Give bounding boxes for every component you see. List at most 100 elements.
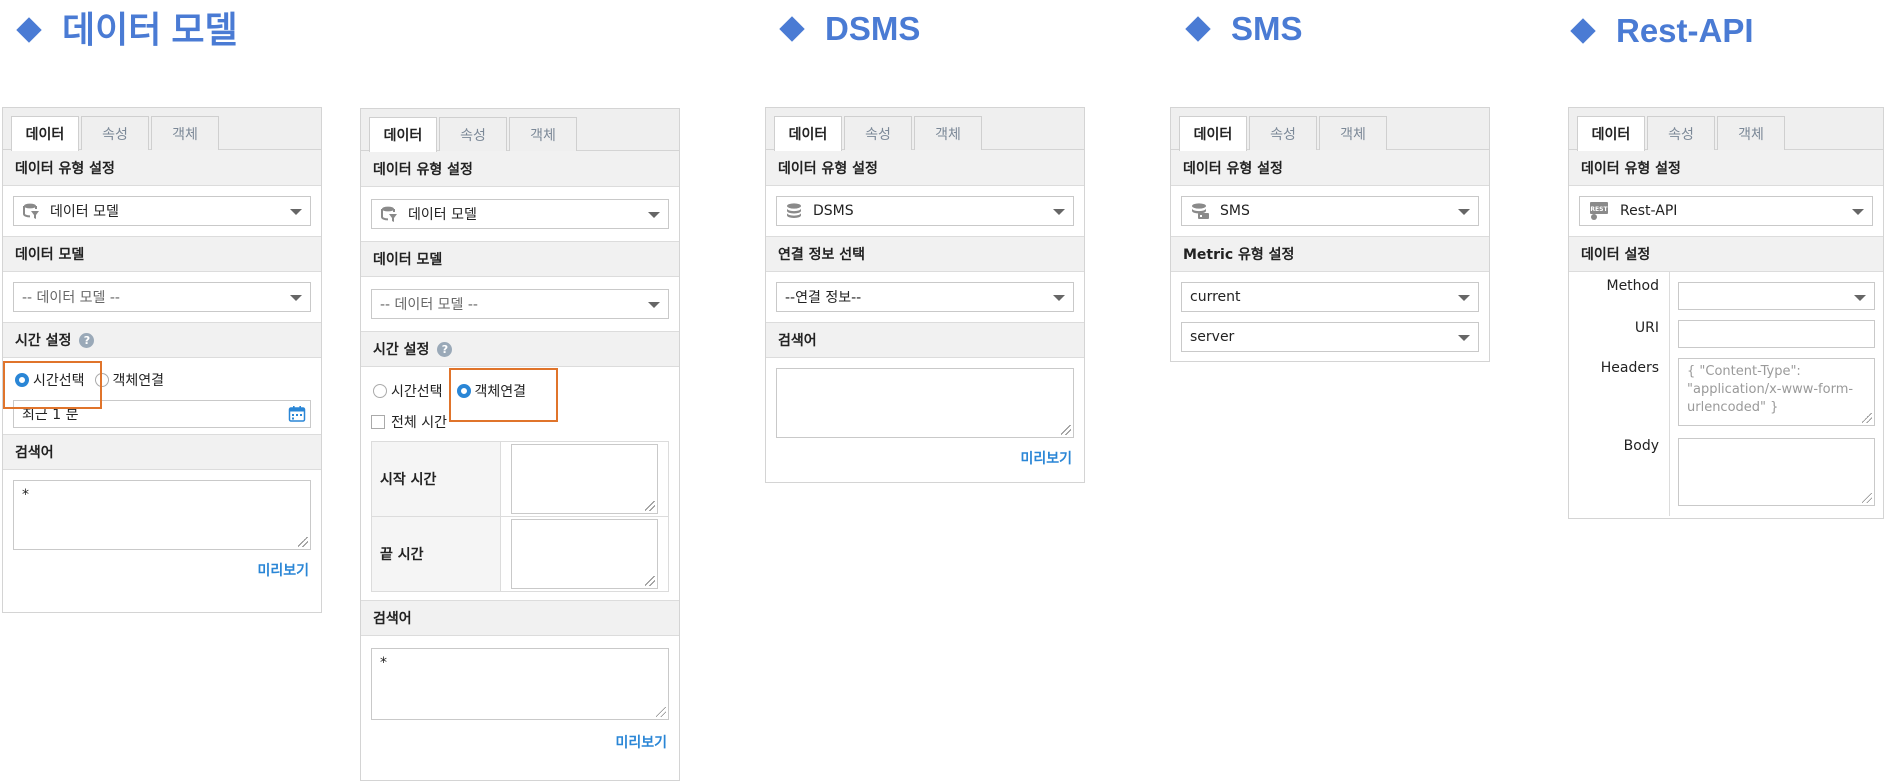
preview-link[interactable]: 미리보기 [3,560,321,590]
metric-select-2[interactable]: server [1181,322,1479,352]
section-time-label: 시간 설정 [373,342,430,358]
tab-property[interactable]: 속성 [844,116,912,150]
help-icon[interactable]: ? [79,332,95,348]
section-metric-type: Metric 유형 설정 [1171,236,1489,272]
tab-data[interactable]: 데이터 [1179,116,1247,151]
data-model-select[interactable]: -- 데이터 모델 -- [13,282,311,312]
help-icon[interactable]: ? [437,341,453,357]
connection-info-value: --연결 정보-- [785,290,862,306]
data-type-value: Rest-API [1620,203,1678,219]
connection-info-select[interactable]: --연결 정보-- [776,282,1074,312]
data-type-select[interactable]: SMS [1181,196,1479,226]
section-search: 검색어 [3,434,321,470]
server-icon [1190,202,1210,220]
data-type-value: DSMS [813,203,854,219]
resize-handle[interactable] [1862,413,1872,423]
svg-text:REST: REST [1590,206,1608,213]
tab-object[interactable]: 객체 [1717,116,1785,150]
database-icon [785,202,803,220]
start-time-textarea[interactable] [511,444,658,514]
chevron-down-icon [1458,335,1470,341]
search-value: * [22,487,29,503]
data-type-select[interactable]: DSMS [776,196,1074,226]
resize-handle[interactable] [645,576,655,586]
tab-data[interactable]: 데이터 [11,116,79,151]
chevron-down-icon [648,302,660,308]
resize-handle[interactable] [298,537,308,547]
database-filter-icon [22,202,40,220]
data-type-value: 데이터 모델 [408,207,477,223]
heading-rest-api: Rest-API [1568,14,1754,47]
calendar-icon[interactable] [288,405,306,427]
data-type-value: 데이터 모델 [50,204,119,220]
headers-placeholder: { "Content-Type": "application/x-www-for… [1687,364,1854,415]
chevron-down-icon [290,209,302,215]
tab-data[interactable]: 데이터 [369,117,437,152]
body-textarea[interactable] [1678,438,1875,506]
diamond-icon [779,15,805,42]
tab-property[interactable]: 속성 [1249,116,1317,150]
tab-object[interactable]: 객체 [914,116,982,150]
headers-textarea[interactable]: { "Content-Type": "application/x-www-for… [1678,358,1875,426]
tab-property[interactable]: 속성 [81,116,149,150]
database-filter-icon [380,205,398,223]
radio-time-select[interactable]: 시간선택 [373,381,443,401]
tab-bar: 데이터 속성 객체 [361,109,679,152]
section-connection-info: 연결 정보 선택 [766,236,1084,272]
radio-object-link[interactable]: 객체연결 [94,370,165,390]
uri-label: URI [1569,314,1670,354]
chevron-down-icon [1053,295,1065,301]
tab-data[interactable]: 데이터 [1577,116,1645,151]
uri-input[interactable] [1678,320,1875,348]
section-data-type: 데이터 유형 설정 [361,151,679,187]
tab-object[interactable]: 객체 [509,117,577,151]
tab-property[interactable]: 속성 [1647,116,1715,150]
method-label: Method [1569,272,1670,314]
diamond-icon [1570,17,1596,44]
search-textarea[interactable]: * [371,648,669,720]
data-type-select[interactable]: 데이터 모델 [13,196,311,226]
search-value: * [380,655,387,671]
data-type-select[interactable]: REST Rest-API [1579,196,1873,226]
resize-handle[interactable] [656,707,666,717]
end-time-textarea[interactable] [511,519,658,589]
tab-bar: 데이터 속성 객체 [1171,108,1489,151]
panel-sms: 데이터 속성 객체 데이터 유형 설정 SMS Metric 유형 설정 cur… [1170,107,1490,362]
preview-link[interactable]: 미리보기 [361,732,679,762]
data-model-value: -- 데이터 모델 -- [22,290,120,306]
all-time-label: 전체 시간 [391,415,447,431]
chevron-down-icon [1458,209,1470,215]
tab-property[interactable]: 속성 [439,117,507,151]
heading-data-model: 데이터 모델 [14,12,238,48]
metric-select-1[interactable]: current [1181,282,1479,312]
tab-object[interactable]: 객체 [151,116,219,150]
chevron-down-icon [648,212,660,218]
metric-value-1: current [1190,289,1241,305]
data-type-select[interactable]: 데이터 모델 [371,199,669,229]
preview-link[interactable]: 미리보기 [766,448,1084,478]
radio-dot [373,384,387,398]
resize-handle[interactable] [1862,493,1872,503]
chevron-down-icon [1854,295,1866,301]
heading-sms: SMS [1183,12,1303,45]
radio-label: 시간선택 [391,384,443,400]
method-select[interactable] [1678,282,1875,310]
tab-object[interactable]: 객체 [1319,116,1387,150]
end-time-label: 끝 시간 [371,516,501,592]
tab-bar: 데이터 속성 객체 [1569,108,1883,151]
section-data-type: 데이터 유형 설정 [766,150,1084,186]
all-time-checkbox[interactable] [371,415,385,429]
resize-handle[interactable] [645,501,655,511]
heading-text: DSMS [825,10,921,47]
section-data-model: 데이터 모델 [361,241,679,277]
section-time: 시간 설정 ? [361,331,679,367]
resize-handle[interactable] [1061,425,1071,435]
tab-data[interactable]: 데이터 [774,116,842,151]
section-time-label: 시간 설정 [15,333,72,349]
search-textarea[interactable] [776,368,1074,438]
radio-label: 객체연결 [112,373,165,389]
search-textarea[interactable]: * [13,480,311,550]
chevron-down-icon [1458,295,1470,301]
data-model-select[interactable]: -- 데이터 모델 -- [371,289,669,319]
diamond-icon [1185,15,1211,42]
